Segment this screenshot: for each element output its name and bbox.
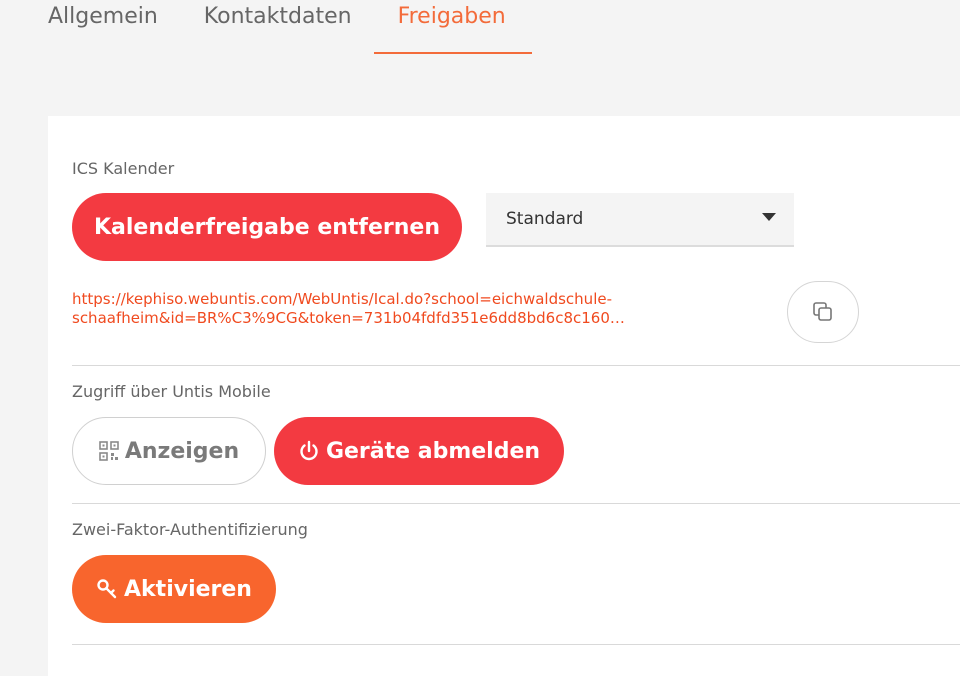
divider — [72, 503, 960, 504]
ics-url-line-2: schaafheim&id=BR%C3%9CG&token=731b04fdfd… — [72, 309, 625, 327]
show-qr-label: Anzeigen — [124, 438, 240, 464]
divider — [72, 365, 960, 366]
key-icon — [97, 579, 117, 599]
remove-calendar-share-button[interactable]: Kalenderfreigabe entfernen — [72, 193, 462, 261]
tab-bar: Allgemein Kontaktdaten Freigaben — [48, 0, 552, 56]
tab-kontaktdaten[interactable]: Kontaktdaten — [204, 0, 352, 56]
remove-calendar-share-label: Kalenderfreigabe entfernen — [93, 214, 441, 240]
logout-devices-label: Geräte abmelden — [325, 438, 541, 464]
calendar-type-select[interactable]: Standard — [486, 193, 794, 247]
qr-code-icon — [99, 441, 119, 461]
copy-icon — [813, 302, 832, 321]
ics-section-label: ICS Kalender — [72, 159, 175, 178]
twofa-section-label: Zwei-Faktor-Authentifizierung — [72, 520, 308, 539]
activate-2fa-label: Aktivieren — [124, 576, 252, 602]
tab-allgemein[interactable]: Allgemein — [48, 0, 158, 56]
divider — [72, 644, 960, 645]
mobile-section-label: Zugriff über Untis Mobile — [72, 382, 271, 401]
ics-url-link[interactable]: https://kephiso.webuntis.com/WebUntis/Ic… — [72, 290, 752, 328]
logout-devices-button[interactable]: Geräte abmelden — [274, 417, 564, 485]
settings-card: ICS Kalender Kalenderfreigabe entfernen … — [48, 116, 960, 676]
caret-down-icon — [762, 213, 776, 221]
power-icon — [300, 440, 318, 461]
calendar-type-value: Standard — [506, 209, 584, 229]
copy-url-button[interactable] — [787, 281, 859, 343]
ics-url-line-1: https://kephiso.webuntis.com/WebUntis/Ic… — [72, 290, 612, 308]
tab-freigaben[interactable]: Freigaben — [373, 0, 532, 56]
activate-2fa-button[interactable]: Aktivieren — [72, 555, 276, 623]
show-qr-button[interactable]: Anzeigen — [72, 417, 266, 485]
